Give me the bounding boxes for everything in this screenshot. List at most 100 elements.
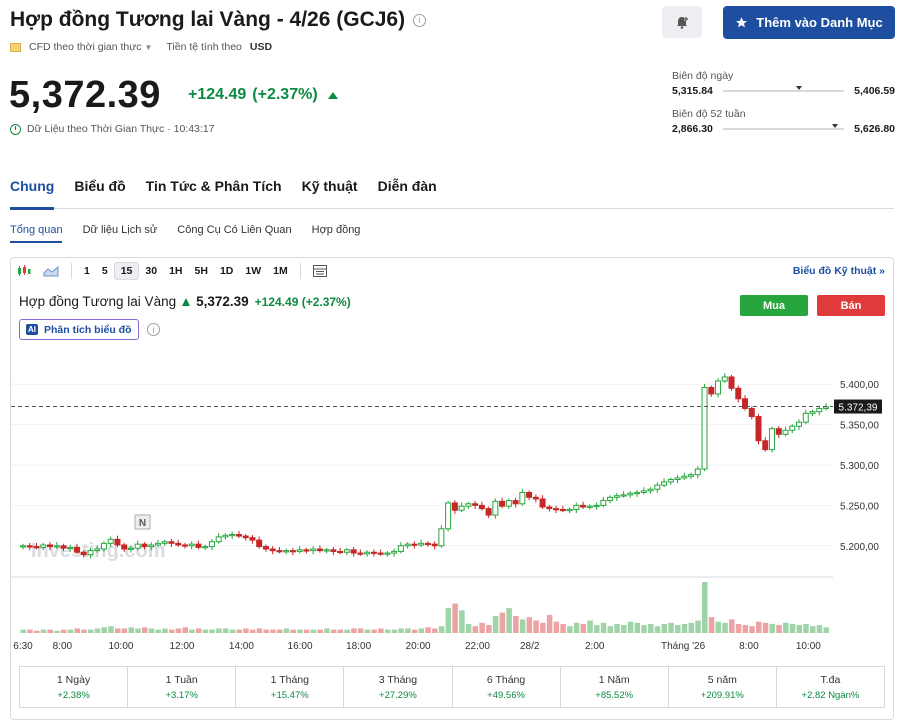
candle bbox=[202, 546, 209, 549]
candle bbox=[46, 544, 53, 548]
performance-cell[interactable]: 1 Ngày +2.38% bbox=[20, 667, 129, 707]
info-icon[interactable]: i bbox=[147, 323, 160, 336]
performance-period: 1 Tuần bbox=[165, 673, 198, 686]
candle bbox=[694, 468, 701, 476]
candle bbox=[485, 508, 492, 516]
volume-bar bbox=[546, 614, 553, 633]
volume-bar bbox=[607, 626, 614, 633]
performance-cell[interactable]: 6 Tháng +49.56% bbox=[453, 667, 561, 707]
chevron-down-icon: ▼ bbox=[144, 43, 153, 52]
volume-bar bbox=[195, 628, 202, 633]
sell-button[interactable]: Bán bbox=[817, 295, 885, 316]
ai-analysis-button[interactable]: AI Phân tích biểu đồ bbox=[19, 319, 139, 340]
candle bbox=[532, 496, 539, 500]
volume-bar bbox=[357, 628, 364, 633]
candle bbox=[492, 500, 499, 516]
add-to-watchlist-button[interactable]: Thêm vào Danh Mục bbox=[723, 6, 895, 39]
day-range-bar bbox=[722, 86, 845, 92]
price-chart[interactable]: Investing.com 5.372,39 N 5.400,005.350,0… bbox=[11, 352, 893, 657]
performance-value: +27.29% bbox=[379, 689, 417, 701]
volume-bar bbox=[465, 623, 472, 633]
subtab-overview[interactable]: Tổng quan bbox=[10, 224, 63, 236]
candle bbox=[823, 406, 829, 409]
volume-bar bbox=[702, 582, 708, 633]
subtab-contracts[interactable]: Hợp đồng bbox=[312, 224, 361, 236]
candle bbox=[762, 440, 769, 451]
interval-5[interactable]: 5 bbox=[96, 262, 114, 280]
week52-range: Biên độ 52 tuần 2,866.30 5,626.80 bbox=[672, 108, 895, 135]
interval-1h[interactable]: 1H bbox=[163, 262, 188, 280]
performance-cell[interactable]: 1 Tuần +3.17% bbox=[128, 667, 237, 707]
performance-period: 6 Tháng bbox=[486, 673, 526, 686]
technical-chart-link[interactable]: Biểu đồ Kỹ thuật » bbox=[793, 265, 885, 277]
performance-cell[interactable]: 1 Năm +85.52% bbox=[561, 667, 669, 707]
candle bbox=[802, 412, 809, 423]
candle bbox=[613, 495, 620, 498]
performance-cell[interactable]: 5 năm +209.91% bbox=[669, 667, 777, 707]
subtab-history[interactable]: Dữ liệu Lịch sử bbox=[83, 224, 158, 236]
x-tick-label: 16:00 bbox=[288, 641, 313, 652]
alert-button[interactable] bbox=[662, 6, 702, 38]
toolbar-divider bbox=[71, 263, 72, 279]
cfd-label: CFD theo thời gian thực bbox=[29, 41, 142, 53]
candle bbox=[782, 429, 789, 435]
info-icon[interactable]: i bbox=[413, 13, 427, 27]
interval-1m[interactable]: 1M bbox=[267, 262, 294, 280]
tab-news[interactable]: Tin Tức & Phân Tích bbox=[146, 178, 282, 194]
candle bbox=[188, 543, 195, 547]
volume-bar bbox=[526, 617, 533, 633]
interval-30[interactable]: 30 bbox=[139, 262, 163, 280]
performance-value: +2.82 Ngàn% bbox=[801, 689, 860, 701]
candlestick-icon[interactable] bbox=[11, 262, 37, 280]
performance-value: +2.38% bbox=[57, 689, 90, 701]
x-tick-label: 12:00 bbox=[169, 641, 194, 652]
candle bbox=[357, 552, 364, 555]
candle bbox=[283, 550, 290, 553]
cfd-type-dropdown[interactable]: CFD theo thời gian thực ▼ bbox=[29, 41, 152, 53]
tab-technical[interactable]: Kỹ thuật bbox=[302, 178, 358, 194]
buy-button[interactable]: Mua bbox=[740, 295, 808, 316]
volume-bar bbox=[297, 629, 303, 633]
candle bbox=[20, 545, 26, 548]
realtime-status: Dữ Liệu theo Thời Gian Thực · 10:43:17 bbox=[10, 123, 215, 135]
candle bbox=[708, 386, 715, 395]
candle bbox=[323, 549, 330, 552]
performance-cell[interactable]: T.đa +2.82 Ngàn% bbox=[777, 667, 884, 707]
volume-bar bbox=[121, 628, 128, 633]
volume-bar bbox=[20, 629, 26, 633]
news-marker-label: N bbox=[139, 518, 146, 529]
candle bbox=[451, 502, 458, 511]
clock-icon bbox=[10, 123, 21, 135]
tab-general[interactable]: Chung bbox=[10, 178, 54, 194]
volume-bar bbox=[243, 628, 249, 633]
candle bbox=[607, 496, 614, 502]
ai-icon: AI bbox=[26, 324, 38, 335]
tab-forum[interactable]: Diễn đàn bbox=[378, 178, 437, 194]
candle bbox=[688, 474, 695, 477]
interval-1[interactable]: 1 bbox=[78, 262, 96, 280]
candle bbox=[546, 506, 553, 510]
interval-1w[interactable]: 1W bbox=[239, 262, 267, 280]
candle bbox=[431, 543, 438, 547]
area-chart-icon[interactable] bbox=[37, 262, 65, 280]
subtab-related[interactable]: Công Cụ Có Liên Quan bbox=[177, 224, 291, 236]
performance-cell[interactable]: 3 Tháng +27.29% bbox=[344, 667, 453, 707]
news-marker[interactable]: N bbox=[134, 514, 151, 530]
interval-1d[interactable]: 1D bbox=[214, 262, 239, 280]
interval-5h[interactable]: 5H bbox=[189, 262, 214, 280]
candle bbox=[424, 542, 431, 546]
candle bbox=[303, 549, 310, 552]
candle bbox=[397, 545, 404, 552]
performance-cell[interactable]: 1 Tháng +15.47% bbox=[236, 667, 345, 707]
tab-chart[interactable]: Biểu đồ bbox=[74, 178, 125, 194]
candle bbox=[553, 508, 560, 511]
candle bbox=[728, 376, 735, 389]
volume-bar bbox=[803, 623, 809, 633]
interval-15[interactable]: 15 bbox=[113, 262, 140, 280]
candle bbox=[391, 550, 398, 554]
chart-widget: 1 5 15 30 1H 5H 1D 1W 1M Biểu đồ Kỹ thuậ… bbox=[10, 257, 894, 720]
candle bbox=[620, 494, 627, 497]
volume-bar bbox=[135, 628, 141, 633]
table-view-icon[interactable] bbox=[307, 262, 333, 280]
candle bbox=[262, 546, 269, 550]
